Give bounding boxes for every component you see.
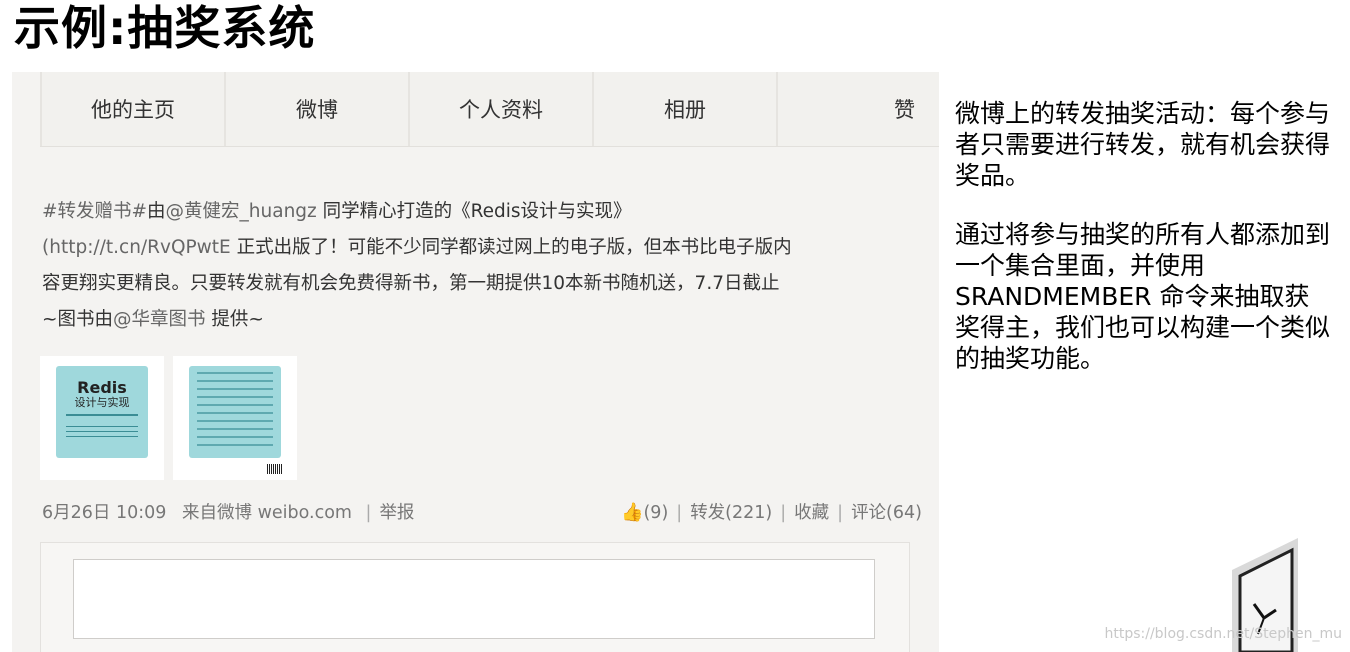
- post-text-part: 提供~: [205, 309, 264, 330]
- post-text-part: 同学精心打造的《Redis设计与实现》: [316, 201, 632, 222]
- favorite-button[interactable]: 收藏: [794, 503, 829, 523]
- profile-tabs: 他的主页 微博 个人资料 相册 赞: [40, 72, 939, 147]
- mention-link-author[interactable]: @黄健宏_huangz: [166, 201, 317, 222]
- like-count: (9): [643, 503, 669, 523]
- cover-rule: [66, 436, 138, 437]
- post-line-1: #转发赠书#由@黄健宏_huangz 同学精心打造的《Redis设计与实现》: [42, 194, 922, 230]
- post-line-4: ~图书由@华章图书 提供~: [42, 302, 922, 338]
- post-text-part: 正式出版了！可能不少同学都读过网上的电子版，但本书比电子版内: [230, 237, 792, 258]
- book-back-image[interactable]: [173, 356, 297, 480]
- book-cover-title: Redis: [77, 378, 127, 397]
- book-back-cover: [189, 366, 281, 458]
- comment-button[interactable]: 评论(64): [851, 503, 922, 523]
- post-line-3: 容更翔实更精良。只要转发就有机会免费得新书，第一期提供10本新书随机送，7.7日…: [42, 273, 780, 294]
- hashtag-link[interactable]: #转发赠书#: [42, 201, 147, 222]
- tab-likes[interactable]: 赞: [776, 72, 939, 146]
- weibo-screenshot: 他的主页 微博 个人资料 相册 赞 #转发赠书#由@黄健宏_huangz 同学精…: [12, 72, 939, 652]
- post-line-2: (http://t.cn/RvQPwtE 正式出版了！可能不少同学都读过网上的电…: [42, 230, 922, 266]
- post-meta: 6月26日 10:09 来自微博 weibo.com | 举报 👍(9) | 转发(2…: [42, 500, 922, 526]
- barcode-icon: [267, 464, 283, 474]
- source-label: 来自微博: [181, 503, 252, 523]
- post-actions: 👍(9) | 转发(221) | 收藏 | 评论(64): [621, 500, 922, 526]
- post-text: #转发赠书#由@黄健宏_huangz 同学精心打造的《Redis设计与实现》 (…: [42, 194, 922, 338]
- post-text-part: 由: [147, 201, 166, 222]
- comment-input[interactable]: [73, 559, 875, 639]
- cover-rule: [66, 426, 138, 427]
- book-cover-image[interactable]: Redis 设计与实现: [40, 356, 164, 480]
- post-text-part: ~图书由: [42, 309, 114, 330]
- post-timestamp[interactable]: 6月26日 10:09: [42, 503, 166, 523]
- slide-title: 示例:抽奖系统: [14, 1, 316, 55]
- short-url-link[interactable]: (http://t.cn/RvQPwtE: [42, 237, 231, 258]
- cover-rule: [66, 414, 138, 416]
- explanation-text: 微博上的转发抽奖活动：每个参与者只需要进行转发，就有机会获得奖品。 通过将参与抽…: [955, 98, 1330, 402]
- tab-home[interactable]: 他的主页: [40, 72, 224, 146]
- cover-rule: [66, 431, 138, 432]
- watermark: https://blog.csdn.net/Stephen_mu: [1104, 626, 1342, 642]
- divider: |: [676, 503, 683, 523]
- tab-album[interactable]: 相册: [592, 72, 776, 146]
- source-link[interactable]: weibo.com: [258, 503, 352, 523]
- comment-panel: [40, 542, 910, 652]
- thumbs-up-icon: 👍: [621, 502, 644, 523]
- explanation-paragraph-2: 通过将参与抽奖的所有人都添加到一个集合里面，并使用 SRANDMEMBER 命令…: [955, 220, 1331, 373]
- report-link[interactable]: 举报: [379, 503, 414, 523]
- explanation-paragraph-1: 微博上的转发抽奖活动：每个参与者只需要进行转发，就有机会获得奖品。: [955, 99, 1331, 190]
- divider: |: [780, 503, 787, 523]
- repost-button[interactable]: 转发(221): [690, 503, 772, 523]
- mention-link-publisher[interactable]: @华章图书: [113, 309, 206, 330]
- like-button[interactable]: 👍(9): [621, 502, 669, 523]
- book-cover: Redis 设计与实现: [56, 366, 148, 458]
- tab-weibo[interactable]: 微博: [224, 72, 408, 146]
- tab-profile[interactable]: 个人资料: [408, 72, 592, 146]
- book-cover-subtitle: 设计与实现: [74, 396, 130, 409]
- divider: |: [365, 503, 372, 523]
- divider: |: [837, 503, 844, 523]
